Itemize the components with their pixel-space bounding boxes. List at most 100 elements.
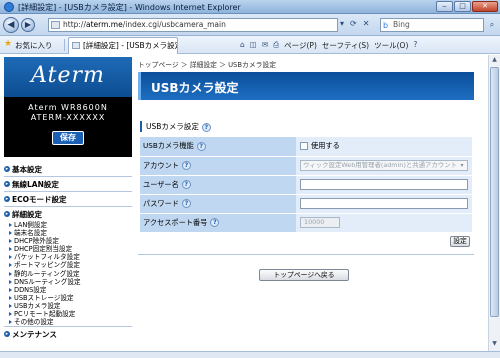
save-button[interactable]: 保存 — [52, 131, 84, 145]
divider — [4, 206, 132, 207]
favorites-button[interactable]: お気に入り — [15, 40, 53, 51]
sidebar-subitem-usb-storage[interactable]: USBストレージ設定 — [4, 294, 132, 302]
sidebar-subitem-ddns[interactable]: DDNS設定 — [4, 286, 132, 294]
refresh-icon[interactable]: ⟳ — [350, 19, 357, 28]
stop-icon[interactable]: ✕ — [363, 19, 370, 28]
scroll-up-icon[interactable]: ▲ — [490, 56, 499, 66]
sidebar-subitem-static-routing[interactable]: 静的ルーティング設定 — [4, 270, 132, 278]
field-value: ウィック設定Web用管理者(admin)と共通アカウント ▾ — [296, 156, 472, 176]
bullet-arrow-icon — [9, 303, 12, 308]
sidebar-item-label: 基本設定 — [12, 165, 42, 174]
sidebar-item-basic[interactable]: ▸ 基本設定 — [4, 163, 132, 176]
search-placeholder: Bing — [393, 20, 410, 29]
url-path: /index.cgi/usbcamera_main — [122, 20, 226, 29]
menu-tools[interactable]: ツール(O) — [374, 40, 408, 51]
form-row-password: パスワード? — [140, 194, 472, 214]
help-icon[interactable]: ? — [181, 199, 191, 208]
sidebar-subitem-pc-remote-wake[interactable]: PCリモート起動設定 — [4, 310, 132, 318]
window-controls: ‒ □ ✕ — [436, 1, 498, 12]
bullet-arrow-icon — [9, 255, 12, 260]
status-bar — [0, 351, 500, 358]
field-label-text: ユーザー名 — [143, 179, 179, 189]
username-input[interactable] — [300, 179, 468, 190]
help-icon[interactable]: ? — [201, 122, 211, 132]
bullet-arrow-icon — [9, 312, 12, 317]
sidebar-subitem-other[interactable]: その他の設定 — [4, 318, 132, 326]
sidebar: Aterm Aterm WR8600N ATERM-XXXXXX 保存 ▸ 基本… — [0, 55, 133, 351]
print-icon[interactable]: ⎙ — [273, 40, 279, 51]
ie-logo-icon — [4, 2, 14, 12]
search-icon[interactable]: ⌕ — [486, 18, 498, 32]
help-icon[interactable]: ? — [210, 218, 220, 227]
minimize-button[interactable]: ‒ — [436, 1, 453, 12]
favorites-bar: ★ お気に入り [詳細設定] - [USBカメラ設定] ⌂ ◫ ✉ ⎙ ページ(… — [0, 36, 500, 54]
mail-icon[interactable]: ✉ — [262, 40, 268, 51]
compat-view-icon[interactable]: ▾ — [340, 19, 344, 28]
help-icon[interactable]: ? — [181, 161, 191, 170]
favorites-star-icon[interactable]: ★ — [4, 39, 12, 49]
scroll-down-icon[interactable]: ▼ — [490, 340, 499, 350]
sidebar-subitem-dns-routing[interactable]: DNSルーティング設定 — [4, 278, 132, 286]
close-button[interactable]: ✕ — [472, 1, 498, 12]
field-value — [296, 194, 472, 214]
sidebar-item-maintenance[interactable]: ▸ メンテナンス — [4, 328, 132, 341]
checkbox-label[interactable]: 使用する — [311, 141, 340, 150]
section-title: USBカメラ設定? — [140, 121, 211, 132]
sidebar-subitem-port-mapping[interactable]: ポートマッピング設定 — [4, 261, 132, 269]
sidebar-subitem-label: DNSルーティング設定 — [14, 277, 81, 286]
sidebar-item-label: 詳細設定 — [12, 210, 42, 219]
field-label: アカウント? — [140, 156, 296, 176]
back-to-top-button[interactable]: トップページへ戻る — [259, 269, 349, 281]
bullet-arrow-icon — [9, 263, 12, 268]
form-row-access-port: アクセスポート番号? 10000 — [140, 213, 472, 233]
sidebar-subitem-label: DDNS設定 — [14, 285, 47, 294]
window-title: [詳細設定] - [USBカメラ設定] - Windows Internet E… — [18, 3, 241, 12]
select-value: ウィック設定Web用管理者(admin)と共通アカウント — [303, 161, 457, 169]
scrollbar-thumb[interactable] — [490, 67, 499, 317]
password-input[interactable] — [300, 198, 468, 209]
access-port-input[interactable]: 10000 — [300, 217, 340, 228]
help-menu-icon[interactable]: ? — [413, 40, 417, 51]
usb-camera-checkbox[interactable] — [300, 142, 308, 151]
sidebar-item-wireless[interactable]: ▸ 無線LAN設定 — [4, 178, 132, 191]
sidebar-subitem-lan[interactable]: LAN側設定 — [4, 221, 132, 229]
field-label-text: USBカメラ機能 — [143, 141, 194, 151]
model-info: Aterm WR8600N ATERM-XXXXXX 保存 — [4, 97, 132, 157]
circle-arrow-icon: ▸ — [4, 166, 10, 172]
sidebar-item-advanced[interactable]: ▸ 詳細設定 — [4, 208, 132, 221]
url-field[interactable]: http://aterm.me/index.cgi/usbcamera_main — [48, 18, 338, 32]
account-select[interactable]: ウィック設定Web用管理者(admin)と共通アカウント ▾ — [300, 160, 468, 171]
back-button[interactable]: ◀ — [3, 17, 19, 33]
home-icon[interactable]: ⌂ — [240, 40, 245, 51]
maximize-button[interactable]: □ — [454, 1, 471, 12]
help-icon[interactable]: ? — [181, 180, 191, 189]
breadcrumb[interactable]: トップページ ＞ 詳細設定 ＞ USBカメラ設定 — [138, 59, 276, 69]
form-row-username: ユーザー名? — [140, 175, 472, 195]
form-row-usb-camera: USBカメラ機能? 使用する — [140, 137, 472, 157]
feeds-icon[interactable]: ◫ — [250, 40, 257, 51]
set-button[interactable]: 設定 — [450, 236, 470, 247]
field-label: アクセスポート番号? — [140, 213, 296, 233]
bing-icon: b — [383, 21, 389, 30]
menu-safety[interactable]: セーフティ(S) — [322, 40, 369, 51]
tab-current[interactable]: [詳細設定] - [USBカメラ設定] — [68, 37, 178, 54]
sidebar-subitem-usb-camera[interactable]: USBカメラ設定 — [4, 302, 132, 310]
window-titlebar: [詳細設定] - [USBカメラ設定] - Windows Internet E… — [0, 0, 500, 14]
search-input[interactable]: b Bing — [380, 18, 484, 32]
help-icon[interactable]: ? — [196, 141, 206, 151]
menu-page[interactable]: ページ(P) — [284, 40, 317, 51]
bullet-arrow-icon — [9, 239, 12, 244]
divider — [4, 176, 132, 177]
forward-button[interactable]: ▶ — [21, 18, 35, 32]
sidebar-subitem-label: DHCP除外設定 — [14, 237, 59, 246]
sidebar-item-eco[interactable]: ▸ ECOモード設定 — [4, 193, 132, 206]
circle-arrow-icon: ▸ — [4, 181, 10, 187]
sidebar-subitem-hostname[interactable]: 端末名設定 — [4, 229, 132, 237]
bullet-arrow-icon — [9, 271, 12, 276]
bullet-arrow-icon — [9, 231, 12, 236]
vertical-scrollbar[interactable]: ▲ ▼ — [488, 55, 500, 351]
sidebar-subitem-label: USBストレージ設定 — [14, 293, 74, 302]
command-bar: ⌂ ◫ ✉ ⎙ ページ(P) セーフティ(S) ツール(O) ? — [240, 40, 417, 51]
logo-text: Aterm — [31, 63, 105, 88]
bullet-arrow-icon — [9, 223, 12, 227]
